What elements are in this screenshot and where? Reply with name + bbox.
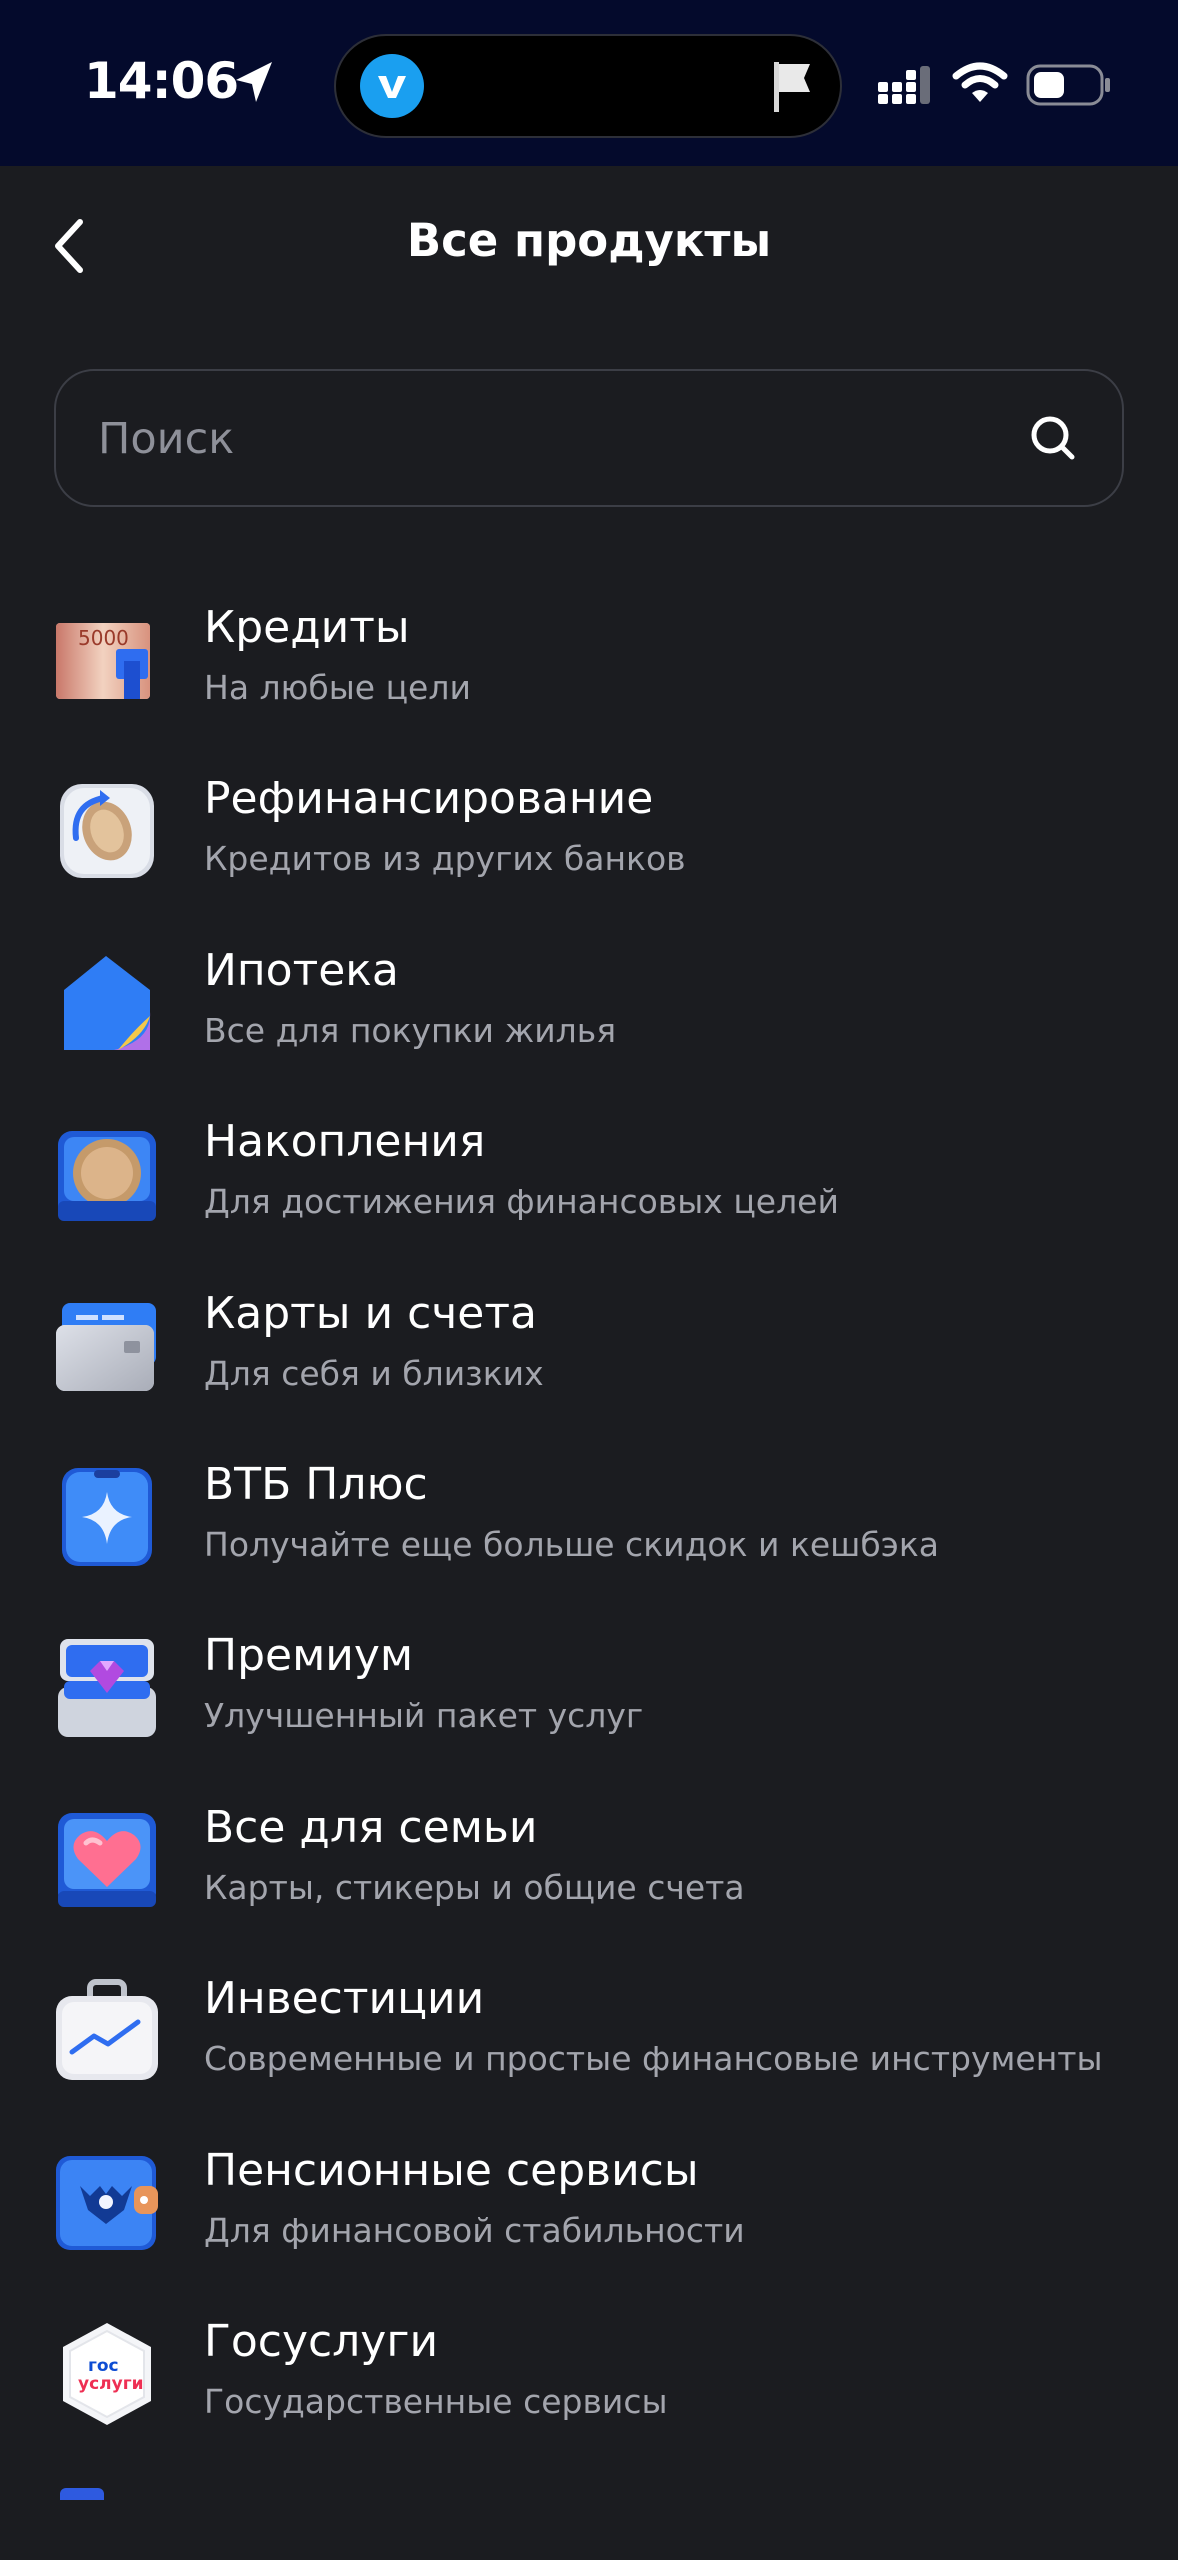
status-bar: 14:06 [0,0,1178,166]
product-title: Ипотека [204,944,399,996]
gosuslugi-label-top: гос [88,2356,119,2376]
product-item-savings[interactable]: Накопления Для достижения финансовых цел… [0,1074,1178,1245]
coin-icon [54,1121,160,1227]
gosuslugi-label-bottom: услуги [78,2374,144,2394]
banknotes-icon: 5000 [54,607,160,713]
product-subtitle: Для достижения финансовых целей [204,1182,839,1222]
product-title: Карты и счета [204,1287,537,1339]
product-item-investments[interactable]: Инвестиции Современные и простые финансо… [0,1931,1178,2102]
banknote-label: 5000 [78,626,129,650]
product-subtitle: Кредитов из других банков [204,839,686,879]
status-time: 14:06 [84,52,239,110]
product-subtitle: Карты, стикеры и общие счета [204,1867,745,1907]
product-title: Кредиты [204,602,410,653]
briefcase-chart-icon [54,1978,160,2084]
next-item-icon-partial [60,2488,104,2500]
product-title: Рефинансирование [204,773,654,825]
product-item-pension[interactable]: Пенсионные сервисы Для финансовой стабил… [0,2103,1178,2274]
product-item-mortgage[interactable]: Ипотека Все для покупки жилья [0,903,1178,1074]
search-input[interactable] [96,371,1000,507]
product-subtitle: Улучшенный пакет услуг [204,1696,644,1736]
product-subtitle: На любые цели [204,668,471,707]
flag-icon [774,62,810,112]
top-navigation: Все продукты [0,166,1178,316]
product-title: ВТБ Плюс [204,1458,428,1510]
search-box[interactable] [54,369,1124,507]
product-title: Премиум [204,1630,414,1682]
product-subtitle: Государственные сервисы [204,2381,668,2421]
dynamic-island[interactable] [334,34,842,138]
signal-icon [878,66,930,104]
vk-logo [360,54,424,118]
product-item-cards[interactable]: Карты и счета Для себя и близких [0,1246,1178,1417]
product-title: Пенсионные сервисы [204,2144,699,2196]
wallet-emblem-icon [54,2150,160,2256]
gosuslugi-icon: гос услуги [54,2321,160,2427]
sparkle-icon [54,1464,160,1570]
product-subtitle: Все для покупки жилья [204,1010,617,1050]
refresh-coin-icon [54,778,160,884]
product-subtitle: Для финансовой стабильности [204,2210,745,2250]
location-arrow-icon [236,62,272,102]
product-subtitle: Получайте еще больше скидок и кешбэка [204,1524,939,1564]
wifi-icon [952,62,1008,102]
product-title: Накопления [204,1116,486,1168]
search-icon[interactable] [1028,413,1078,463]
battery-icon [1026,64,1110,106]
cards-icon [54,1293,160,1399]
product-item-vtb-plus[interactable]: ВТБ Плюс Получайте еще больше скидок и к… [0,1417,1178,1588]
product-item-family[interactable]: Все для семьи Карты, стикеры и общие сче… [0,1760,1178,1931]
product-title: Инвестиции [204,1973,485,2025]
product-item-gosuslugi[interactable]: гос услуги Госуслуги Государственные сер… [0,2274,1178,2445]
product-subtitle: Для себя и близких [204,1353,544,1393]
diamond-box-icon [54,1635,160,1741]
house-icon [54,950,160,1056]
product-item-refinancing[interactable]: Рефинансирование Кредитов из других банк… [0,731,1178,902]
heart-icon [54,1807,160,1913]
product-item-credits[interactable]: 5000 Кредиты На любые цели [0,560,1178,731]
page-title: Все продукты [406,214,772,267]
product-title: Все для семьи [204,1801,538,1853]
product-list: 5000 Кредиты На любые цели Рефинансирова… [0,560,1178,2445]
product-subtitle: Современные и простые финансовые инструм… [204,2039,1103,2079]
product-item-premium[interactable]: Премиум Улучшенный пакет услуг [0,1588,1178,1759]
product-title: Госуслуги [204,2315,439,2367]
